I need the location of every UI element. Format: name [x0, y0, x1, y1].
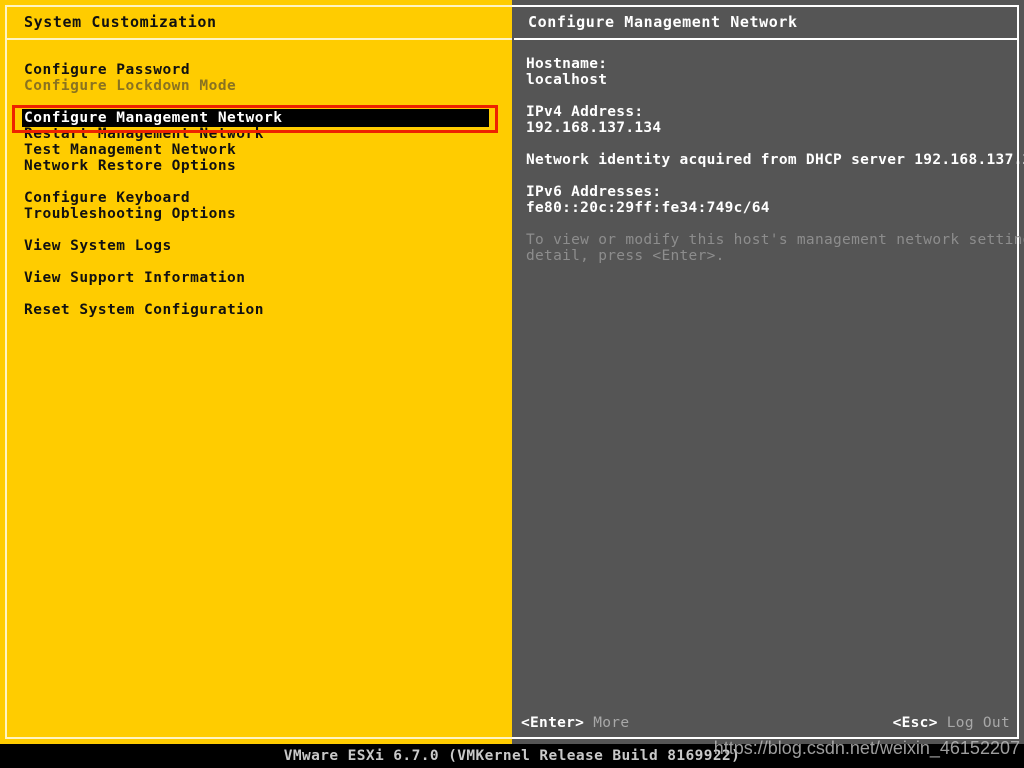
menu-item-configure-keyboard[interactable]: Configure Keyboard: [24, 190, 494, 206]
esxi-dcui-screen: System Customization Configure PasswordC…: [0, 0, 1024, 768]
esc-action-label: Log Out: [947, 715, 1010, 731]
menu-item-configure-management-network[interactable]: Configure Management Network: [24, 110, 494, 126]
info-line: 192.168.137.134: [526, 120, 1018, 136]
menu-item-restart-management-network[interactable]: Restart Management Network: [24, 126, 494, 142]
menu-spacer: [24, 286, 494, 302]
info-line: IPv6 Addresses:: [526, 184, 1018, 200]
system-customization-menu: Configure PasswordConfigure Lockdown Mod…: [24, 62, 494, 318]
footer-enter-more[interactable]: <Enter> More: [521, 714, 629, 732]
info-spacer: [526, 216, 1018, 232]
management-network-info: Hostname:localhost IPv4 Address:192.168.1…: [526, 56, 1018, 264]
info-hint-line: To view or modify this host's management…: [526, 232, 1018, 248]
menu-item-configure-password[interactable]: Configure Password: [24, 62, 494, 78]
info-line: fe80::20c:29ff:fe34:749c/64: [526, 200, 1018, 216]
info-hint-line: detail, press <Enter>.: [526, 248, 1018, 264]
left-panel-title: System Customization: [24, 13, 217, 31]
info-spacer: [526, 136, 1018, 152]
enter-key-label: <Enter>: [521, 715, 584, 731]
enter-action-label: More: [593, 715, 629, 731]
info-spacer: [526, 168, 1018, 184]
menu-item-test-management-network[interactable]: Test Management Network: [24, 142, 494, 158]
menu-item-network-restore-options[interactable]: Network Restore Options: [24, 158, 494, 174]
info-line: IPv4 Address:: [526, 104, 1018, 120]
menu-item-configure-lockdown-mode: Configure Lockdown Mode: [24, 78, 494, 94]
right-panel-title: Configure Management Network: [528, 13, 798, 31]
system-customization-panel: System Customization Configure PasswordC…: [0, 0, 512, 744]
footer-esc-logout[interactable]: <Esc> Log Out: [893, 714, 1010, 732]
menu-spacer: [24, 222, 494, 238]
menu-item-reset-system-configuration[interactable]: Reset System Configuration: [24, 302, 494, 318]
info-line: Hostname:: [526, 56, 1018, 72]
left-panel-title-divider: [7, 38, 512, 40]
info-line: localhost: [526, 72, 1018, 88]
right-panel-title-divider: [514, 38, 1017, 40]
status-bar: VMware ESXi 6.7.0 (VMKernel Release Buil…: [0, 744, 1024, 768]
info-line: Network identity acquired from DHCP serv…: [526, 152, 1018, 168]
menu-item-troubleshooting-options[interactable]: Troubleshooting Options: [24, 206, 494, 222]
menu-spacer: [24, 94, 494, 110]
menu-item-view-system-logs[interactable]: View System Logs: [24, 238, 494, 254]
info-spacer: [526, 88, 1018, 104]
esxi-version-text: VMware ESXi 6.7.0 (VMKernel Release Buil…: [0, 744, 1024, 768]
menu-item-view-support-information[interactable]: View Support Information: [24, 270, 494, 286]
panel-footer: <Enter> More <Esc> Log Out: [512, 714, 1024, 732]
menu-item-label: Configure Management Network: [24, 110, 282, 126]
menu-spacer: [24, 174, 494, 190]
management-network-details-panel: Configure Management Network Hostname:lo…: [512, 0, 1024, 744]
menu-spacer: [24, 254, 494, 270]
esc-key-label: <Esc>: [893, 715, 938, 731]
